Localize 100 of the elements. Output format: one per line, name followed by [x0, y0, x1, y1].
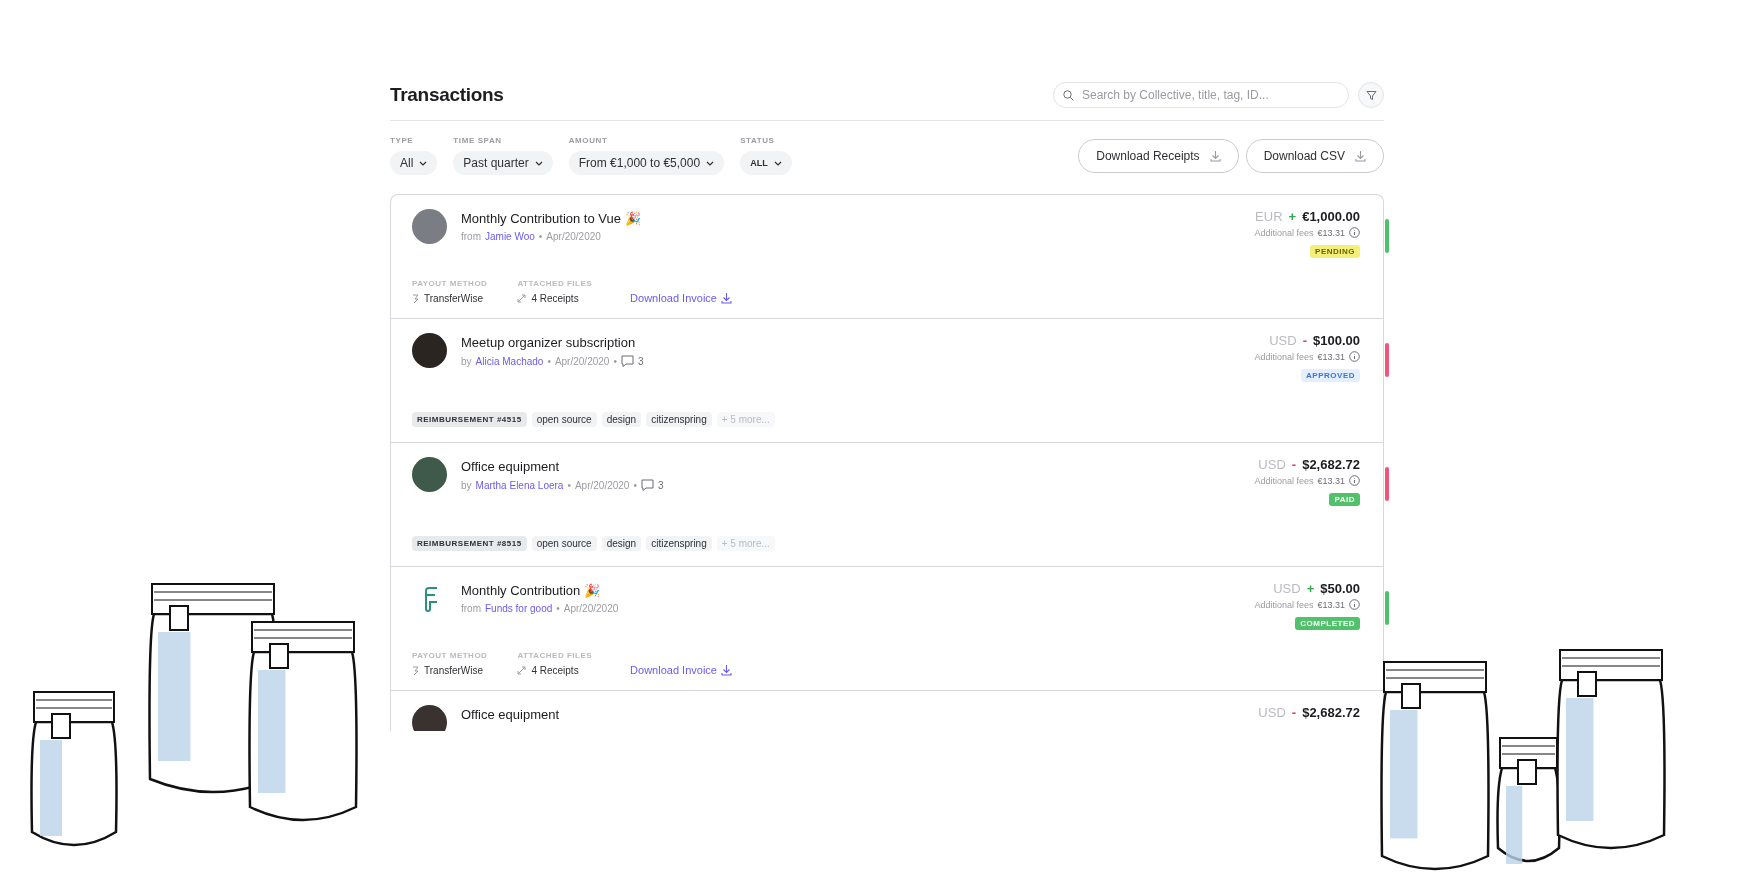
download-button[interactable]: Download CSV: [1245, 139, 1384, 173]
filter-label: STATUS: [740, 136, 776, 145]
filter-select[interactable]: ALL: [740, 151, 792, 175]
filter-label: TYPE: [390, 136, 415, 145]
status-badge: PAID: [1329, 493, 1360, 506]
status-badge: PENDING: [1310, 245, 1360, 258]
transaction-title: Office equipment: [461, 707, 560, 722]
filter-select[interactable]: All: [390, 151, 438, 175]
person-link[interactable]: Funds for good: [485, 603, 553, 614]
payout-method: TransferWise: [424, 293, 484, 304]
download-icon: [720, 664, 732, 676]
transaction-title: Monthly Contribution to Vue 🎉: [461, 211, 641, 226]
tag: open source: [531, 536, 597, 551]
fees-amount: €13.31: [1317, 351, 1345, 362]
separator-dot: •: [613, 355, 617, 367]
expand-icon: [517, 294, 527, 303]
tag: design: [601, 536, 642, 551]
meta-date: Apr/20/2020: [563, 603, 619, 614]
amount-sign: -: [1302, 333, 1307, 348]
search-icon: [1063, 90, 1074, 101]
meta-date: Apr/20/2020: [546, 231, 601, 242]
separator-dot: •: [538, 231, 543, 242]
fees-amount: €13.31: [1317, 475, 1345, 486]
status-badge: APPROVED: [1301, 369, 1360, 382]
expand-icon: [517, 666, 527, 675]
meta-date: Apr/20/2020: [574, 479, 630, 491]
filter-label: TIME SPAN: [453, 136, 503, 145]
avatar: [412, 705, 447, 731]
person-link[interactable]: Alicia Machado: [475, 355, 544, 367]
amount: $2,682.72: [1302, 705, 1360, 720]
info-icon: [1349, 351, 1360, 362]
detail-label: PAYOUT METHOD: [412, 651, 488, 660]
transaction-row[interactable]: Office equipment USD - $2,682.72: [391, 691, 1383, 731]
person-link[interactable]: Jamie Woo: [485, 231, 535, 242]
filter-label: AMOUNT: [568, 136, 609, 145]
meta-text: by: [461, 355, 472, 367]
meta-date: Apr/20/2020: [554, 355, 610, 367]
transaction-row[interactable]: Meetup organizer subscription by Alicia Machado • Apr/20/2020 • 3 USD - $100.00 Additional fees €13.31 APPROVED REIMBURSEMENT #4515 open source design citizenspring + 5 more...: [391, 319, 1383, 443]
fees-label: Additional fees: [1254, 475, 1314, 486]
attached-files: 4 Receipts: [531, 293, 579, 304]
currency-code: USD: [1258, 457, 1286, 472]
tag: REIMBURSEMENT #4515: [412, 412, 527, 427]
fees-amount: €13.31: [1317, 227, 1345, 238]
chevron-down-icon: [706, 160, 715, 166]
transaction-title: Monthly Contribution 🎉: [461, 583, 601, 598]
info-icon: [1349, 227, 1360, 238]
filter-select[interactable]: Past quarter: [453, 151, 553, 175]
amount-sign: +: [1288, 209, 1297, 224]
tag: design: [601, 412, 642, 427]
attached-files: 4 Receipts: [531, 665, 579, 676]
separator-dot: •: [547, 355, 551, 367]
tag: citizenspring: [646, 412, 712, 427]
amount: $50.00: [1320, 581, 1360, 596]
avatar: [412, 209, 447, 244]
payout-method: TransferWise: [424, 665, 484, 676]
info-icon: [1349, 599, 1360, 610]
meta-text: by: [461, 479, 472, 491]
chevron-down-icon: [773, 160, 782, 166]
transaction-row[interactable]: Monthly Contribution 🎉 from Funds for good • Apr/20/2020 USD + $50.00 Additional fees €13.31 COMPLETED PAYOUT METHOD TransferWise ATTACHED FILES 4 Receipts Download Invoice: [391, 567, 1383, 691]
chevron-down-icon: [419, 160, 428, 166]
amount: $100.00: [1313, 333, 1360, 348]
download-button[interactable]: Download Receipts: [1078, 139, 1239, 173]
transaction-row[interactable]: Office equipment by Martha Elena Loera • Apr/20/2020 • 3 USD - $2,682.72 Additional fees €13.31 PAID REIMBURSEMENT #8515 open source design citizenspring + 5 more...: [391, 443, 1383, 567]
fees-label: Additional fees: [1254, 227, 1314, 238]
currency-code: USD: [1258, 705, 1286, 720]
comment-icon: [620, 355, 634, 367]
filter-icon: [1365, 89, 1377, 101]
separator-dot: •: [556, 603, 560, 614]
filter-select[interactable]: From €1,000 to €5,000: [568, 151, 725, 175]
currency-code: USD: [1269, 333, 1297, 348]
avatar: [412, 457, 447, 492]
download-invoice-link[interactable]: Download Invoice: [630, 292, 732, 304]
detail-label: PAYOUT METHOD: [412, 279, 488, 288]
amount-sign: -: [1291, 457, 1297, 472]
currency-code: EUR: [1255, 209, 1283, 224]
comment-count: 3: [657, 479, 664, 491]
amount: $2,682.72: [1302, 457, 1360, 472]
separator-dot: •: [567, 479, 571, 491]
detail-label: ATTACHED FILES: [517, 651, 593, 660]
tag: REIMBURSEMENT #8515: [412, 536, 527, 551]
lightning-icon: [412, 665, 419, 676]
avatar: [412, 333, 447, 368]
tag: citizenspring: [646, 536, 712, 551]
transaction-title: Meetup organizer subscription: [461, 335, 637, 350]
meta-text: from: [461, 231, 481, 242]
download-invoice-link[interactable]: Download Invoice: [630, 664, 732, 676]
fees-amount: €13.31: [1317, 599, 1345, 610]
amount-sign: -: [1291, 705, 1297, 720]
fees-label: Additional fees: [1254, 351, 1314, 362]
amount-sign: +: [1306, 581, 1315, 596]
transaction-row[interactable]: Monthly Contribution to Vue 🎉 from Jamie Woo • Apr/20/2020 EUR + €1,000.00 Additional fees €13.31 PENDING PAYOUT METHOD TransferWise ATTACHED FILES 4 Receipts Download Invoice: [391, 195, 1383, 319]
amount: €1,000.00: [1302, 209, 1360, 224]
meta-text: from: [461, 603, 481, 614]
search-field[interactable]: Search by Collective, title, tag, ID...: [1053, 82, 1349, 108]
person-link[interactable]: Martha Elena Loera: [475, 479, 564, 491]
page-title: Transactions: [390, 84, 504, 106]
download-icon: [1355, 150, 1366, 162]
filter-button[interactable]: [1358, 82, 1384, 108]
transaction-title: Office equipment: [461, 459, 561, 474]
lightning-icon: [412, 293, 419, 304]
